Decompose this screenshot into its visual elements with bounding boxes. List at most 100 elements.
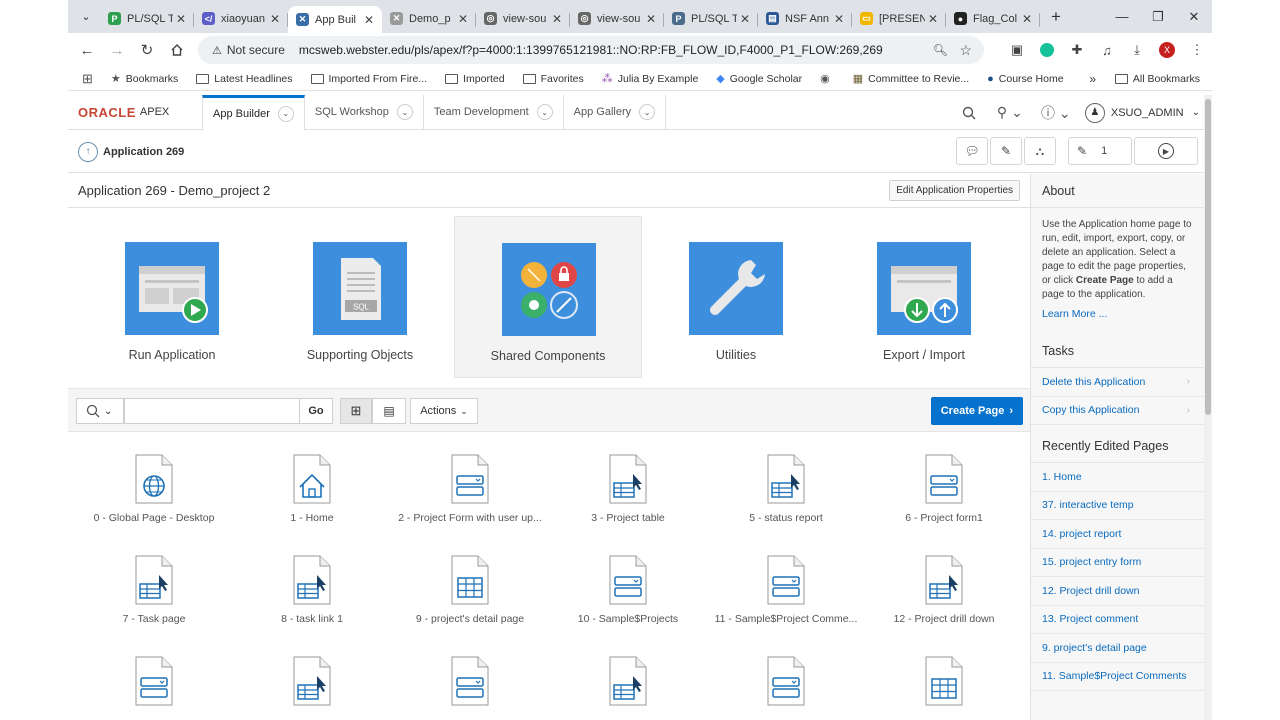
recent-page-link[interactable]: 11. Sample$Project Comments (1031, 663, 1204, 691)
browser-tab[interactable]: ▤ NSF Ann ✕ (758, 6, 852, 32)
edit-page-button[interactable]: ✎ 1 (1068, 137, 1132, 165)
browser-tab[interactable]: P PL/SQL T ✕ (100, 6, 194, 32)
browser-tab[interactable]: ✕ App Buil ✕ (288, 5, 382, 34)
icon-view-button[interactable]: ⊞ (340, 398, 372, 424)
team-dev-button[interactable]: ⛬ (1024, 137, 1056, 165)
browser-tab[interactable]: </xiaoyuan ✕ (194, 6, 288, 32)
forward-icon[interactable]: → (102, 35, 132, 65)
bookmark-julia-by-example[interactable]: ⁂ Julia By Example (602, 72, 699, 86)
chevron-down-icon[interactable]: ⌄ (277, 105, 294, 122)
tile-run-application[interactable]: Run Application (78, 216, 266, 378)
bookmark-favorites[interactable]: Favorites (522, 73, 584, 85)
tile-supporting-objects[interactable]: SQL Supporting Objects (266, 216, 454, 378)
minimize-icon[interactable]: — (1104, 0, 1140, 33)
close-tab-icon[interactable]: ✕ (740, 12, 750, 26)
grammarly-icon[interactable] (1032, 35, 1062, 65)
reload-icon[interactable]: ↻ (132, 35, 162, 65)
close-tab-icon[interactable]: ✕ (364, 13, 374, 27)
url-text[interactable]: mcsweb.webster.edu/pls/apex/f?p=4000:1:1… (299, 43, 883, 57)
bookmark-google-scholar[interactable]: ◆ Google Scholar (716, 72, 802, 86)
browser-tab[interactable]: ✕ Demo_p ✕ (382, 6, 476, 32)
learn-more-link[interactable]: Learn More ... (1031, 302, 1204, 320)
bookmark-course-home[interactable]: ● Course Home (987, 73, 1063, 85)
restore-icon[interactable]: ❐ (1140, 0, 1176, 33)
recent-page-link[interactable]: 37. interactive temp (1031, 492, 1204, 520)
close-tab-icon[interactable]: ✕ (646, 12, 656, 26)
tile-utilities[interactable]: Utilities (642, 216, 830, 378)
close-tab-icon[interactable]: ✕ (1022, 12, 1032, 26)
search-input[interactable] (124, 398, 300, 424)
up-arrow-icon[interactable]: ↑ (78, 141, 98, 162)
not-secure-indicator[interactable]: ⚠ Not secure (204, 39, 293, 61)
debug-button[interactable]: ✎ (990, 137, 1022, 165)
nav-tab-sql-workshop[interactable]: SQL Workshop ⌄ (305, 94, 424, 130)
close-tab-icon[interactable]: ✕ (270, 12, 280, 26)
recent-page-link[interactable]: 1. Home (1031, 463, 1204, 492)
close-tab-icon[interactable]: ✕ (176, 12, 186, 26)
address-bar[interactable]: ⚠ Not secure mcsweb.webster.edu/pls/apex… (198, 36, 984, 64)
edit-application-properties-button[interactable]: Edit Application Properties (889, 180, 1020, 201)
report-view-button[interactable]: ▤ (372, 398, 406, 424)
media-icon[interactable]: ♫ (1092, 35, 1122, 65)
run-button[interactable]: ▶ (1134, 137, 1198, 165)
close-tab-icon[interactable]: ✕ (458, 12, 468, 26)
browser-tab[interactable]: P PL/SQL T ✕ (664, 6, 758, 32)
profile-avatar[interactable]: X (1152, 35, 1182, 65)
admin-menu-icon[interactable]: ⚲ ⌄ (987, 95, 1033, 130)
more-bookmarks-icon[interactable]: » (1089, 72, 1096, 86)
tile-shared-components[interactable]: Shared Components (454, 216, 642, 378)
extension-icon[interactable]: ▣ (1002, 35, 1032, 65)
bookmark-committee[interactable]: ▦ Committee to Revie... (853, 72, 969, 86)
page-scrollbar[interactable] (1204, 95, 1212, 720)
go-button[interactable]: Go (299, 398, 333, 424)
browser-tab[interactable]: ◎ view-sou ✕ (476, 6, 570, 32)
oracle-apex-logo[interactable]: ORACLE APEX (68, 105, 202, 120)
nav-tab-team-development[interactable]: Team Development ⌄ (424, 94, 564, 130)
close-icon[interactable]: ✕ (1176, 0, 1212, 33)
close-tab-icon[interactable]: ✕ (834, 12, 844, 26)
all-bookmarks[interactable]: All Bookmarks (1114, 73, 1200, 85)
comment-button[interactable]: 💬︎ (956, 137, 988, 165)
bookmark-bookmarks[interactable]: ★ Bookmarks (111, 72, 178, 86)
tab-search-icon[interactable]: ⌄ (72, 5, 100, 29)
chevron-down-icon[interactable]: ⌄ (396, 104, 413, 120)
bookmark-imported[interactable]: Imported (445, 73, 505, 85)
bookmark-imported-from-firefox[interactable]: Imported From Fire... (310, 73, 427, 85)
menu-icon[interactable]: ⋮ (1182, 35, 1212, 65)
search-icon[interactable] (951, 95, 987, 130)
create-page-button[interactable]: Create Page › (930, 397, 1023, 425)
recent-page-link[interactable]: 13. Project comment (1031, 606, 1204, 634)
recent-page-link[interactable]: 15. project entry form (1031, 549, 1204, 577)
chevron-down-icon[interactable]: ⌄ (639, 104, 656, 120)
application-name[interactable]: Application 269 (103, 146, 184, 158)
delete-application-link[interactable]: Delete this Application › (1031, 368, 1204, 397)
user-menu[interactable]: ♟ XSUO_ADMIN ⌄ (1079, 102, 1212, 123)
close-tab-icon[interactable]: ✕ (928, 12, 938, 26)
home-icon[interactable] (162, 35, 192, 65)
search-column-selector[interactable]: ⌄ (76, 398, 124, 424)
download-icon[interactable]: ⤓ (1122, 35, 1152, 65)
nav-tab-app-builder[interactable]: App Builder ⌄ (202, 94, 305, 130)
extensions-puzzle-icon[interactable]: ✚ (1062, 35, 1092, 65)
new-tab-icon[interactable]: + (1044, 5, 1068, 29)
nav-tab-app-gallery[interactable]: App Gallery ⌄ (564, 94, 667, 130)
close-tab-icon[interactable]: ✕ (552, 12, 562, 26)
bookmark-latest-headlines[interactable]: Latest Headlines (196, 73, 293, 85)
tile-export-import[interactable]: Export / Import (830, 216, 1018, 378)
recent-page-link[interactable]: 14. project report (1031, 520, 1204, 549)
chevron-down-icon[interactable]: ⌄ (536, 104, 553, 120)
star-icon[interactable]: ☆ (959, 42, 972, 59)
back-icon[interactable]: ← (72, 35, 102, 65)
browser-tab[interactable]: ▭ [PRESEN ✕ (852, 6, 946, 32)
zoom-icon[interactable]: 🔍︎ (933, 43, 948, 57)
recent-page-link[interactable]: 12. Project drill down (1031, 577, 1204, 606)
help-icon[interactable]: ⓘ ⌄ (1033, 95, 1079, 130)
scrollbar-thumb[interactable] (1205, 99, 1211, 415)
browser-tab[interactable]: ◎ view-sou ✕ (570, 6, 664, 32)
recent-page-link[interactable]: 9. project's detail page (1031, 634, 1204, 663)
actions-menu-button[interactable]: Actions ⌄ (410, 398, 478, 424)
apps-grid-icon[interactable]: ⊞ (82, 71, 93, 87)
browser-tab[interactable]: ● Flag_Col ✕ (946, 6, 1040, 32)
bookmark-globe[interactable]: ◉ (820, 72, 835, 85)
copy-application-link[interactable]: Copy this Application › (1031, 397, 1204, 425)
